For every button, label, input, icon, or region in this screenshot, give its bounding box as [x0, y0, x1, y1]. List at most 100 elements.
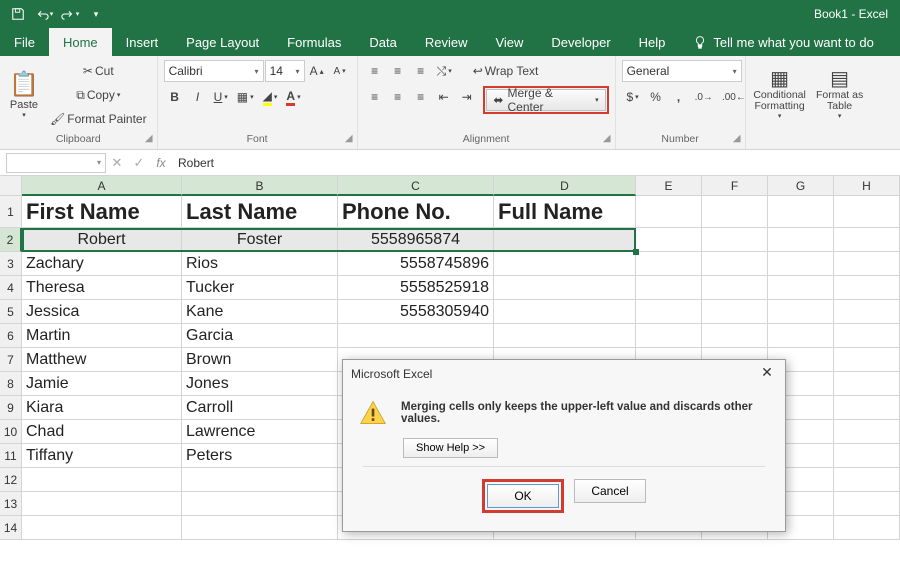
cell[interactable]: Kane [182, 300, 338, 324]
fill-color-button[interactable]: ◢▾ [259, 86, 282, 108]
row-header[interactable]: 12 [0, 468, 22, 492]
cell[interactable] [702, 252, 768, 276]
tab-help[interactable]: Help [625, 28, 680, 56]
cell[interactable] [494, 300, 636, 324]
align-center-button[interactable]: ≡ [387, 86, 409, 108]
row-header[interactable]: 7 [0, 348, 22, 372]
col-header-h[interactable]: H [834, 176, 900, 196]
format-as-table-button[interactable]: ▤ Format as Table▾ [812, 60, 868, 128]
cell[interactable] [494, 228, 636, 252]
row-header[interactable]: 9 [0, 396, 22, 420]
cell[interactable]: Full Name [494, 196, 636, 228]
decrease-font-button[interactable]: A▾ [329, 60, 351, 82]
cell[interactable]: Last Name [182, 196, 338, 228]
cell[interactable] [702, 300, 768, 324]
align-left-button[interactable]: ≡ [364, 86, 386, 108]
number-launcher-icon[interactable]: ◢ [733, 133, 741, 144]
cell[interactable]: Brown [182, 348, 338, 372]
qat-customize-icon[interactable]: ▾ [84, 2, 108, 26]
cell[interactable] [834, 372, 900, 396]
paste-button[interactable]: 📋 Paste ▾ [6, 60, 42, 128]
copy-button[interactable]: ⧉Copy▾ [46, 84, 151, 106]
increase-indent-button[interactable]: ⇥ [456, 86, 478, 108]
cell[interactable]: Tiffany [22, 444, 182, 468]
row-header[interactable]: 14 [0, 516, 22, 540]
show-help-button[interactable]: Show Help >> [403, 438, 498, 458]
increase-font-button[interactable]: A▴ [306, 60, 328, 82]
cell[interactable] [22, 492, 182, 516]
row-header[interactable]: 10 [0, 420, 22, 444]
save-icon[interactable] [6, 2, 30, 26]
cell[interactable]: Martin [22, 324, 182, 348]
align-bottom-button[interactable]: ≡ [410, 60, 432, 82]
row-header[interactable]: 11 [0, 444, 22, 468]
cell[interactable] [834, 516, 900, 540]
cell[interactable] [834, 276, 900, 300]
font-launcher-icon[interactable]: ◢ [345, 133, 353, 144]
format-painter-button[interactable]: 🖌Format Painter [46, 108, 151, 130]
align-top-button[interactable]: ≡ [364, 60, 386, 82]
clipboard-launcher-icon[interactable]: ◢ [145, 133, 153, 144]
col-header-e[interactable]: E [636, 176, 702, 196]
cell[interactable] [702, 196, 768, 228]
tab-file[interactable]: File [0, 28, 49, 56]
comma-button[interactable]: , [668, 86, 690, 108]
align-middle-button[interactable]: ≡ [387, 60, 409, 82]
cell[interactable]: Peters [182, 444, 338, 468]
cell[interactable]: Jones [182, 372, 338, 396]
cell[interactable] [702, 324, 768, 348]
cell[interactable] [182, 492, 338, 516]
cell[interactable] [834, 228, 900, 252]
row-header[interactable]: 13 [0, 492, 22, 516]
wrap-text-button[interactable]: ↩Wrap Text [466, 60, 546, 82]
tab-view[interactable]: View [481, 28, 537, 56]
cell[interactable]: Zachary [22, 252, 182, 276]
cell[interactable] [182, 468, 338, 492]
row-header[interactable]: 2 [0, 228, 22, 252]
cell[interactable]: Carroll [182, 396, 338, 420]
cell[interactable] [768, 324, 834, 348]
cell[interactable]: Jessica [22, 300, 182, 324]
cancel-icon[interactable]: ✕ [106, 155, 128, 171]
increase-decimal-button[interactable]: .0→ [691, 86, 717, 108]
tab-page-layout[interactable]: Page Layout [172, 28, 273, 56]
cell[interactable] [636, 228, 702, 252]
number-format-combo[interactable]: General▾ [622, 60, 742, 82]
col-header-b[interactable]: B [182, 176, 338, 196]
cell[interactable]: 5558525918 [338, 276, 494, 300]
close-icon[interactable]: ✕ [757, 364, 777, 384]
cell[interactable] [494, 276, 636, 300]
cell[interactable]: Matthew [22, 348, 182, 372]
enter-icon[interactable]: ✓ [128, 155, 150, 171]
tab-formulas[interactable]: Formulas [273, 28, 355, 56]
selection-handle[interactable] [633, 249, 639, 255]
cell[interactable]: Chad [22, 420, 182, 444]
cell[interactable] [768, 300, 834, 324]
cell[interactable] [22, 468, 182, 492]
select-all-corner[interactable] [0, 176, 22, 196]
col-header-d[interactable]: D [494, 176, 636, 196]
formula-input[interactable]: Robert [172, 156, 900, 170]
cell[interactable] [22, 516, 182, 540]
tab-review[interactable]: Review [411, 28, 482, 56]
cell[interactable]: Robert [22, 228, 182, 252]
row-header[interactable]: 3 [0, 252, 22, 276]
col-header-f[interactable]: F [702, 176, 768, 196]
underline-button[interactable]: U▾ [210, 86, 232, 108]
alignment-launcher-icon[interactable]: ◢ [603, 133, 611, 144]
cell[interactable] [834, 420, 900, 444]
redo-icon[interactable]: ▾ [58, 2, 82, 26]
conditional-formatting-button[interactable]: ▦ Conditional Formatting▾ [752, 60, 808, 128]
cell[interactable]: Garcia [182, 324, 338, 348]
cell[interactable] [768, 228, 834, 252]
cell[interactable] [702, 228, 768, 252]
orientation-button[interactable]: ⤭▾ [433, 60, 456, 82]
cell[interactable] [834, 196, 900, 228]
cell[interactable]: 5558305940 [338, 300, 494, 324]
col-header-g[interactable]: G [768, 176, 834, 196]
row-header[interactable]: 1 [0, 196, 22, 228]
row-header[interactable]: 6 [0, 324, 22, 348]
font-size-combo[interactable]: 14▾ [265, 60, 305, 82]
cell[interactable] [636, 252, 702, 276]
accounting-button[interactable]: $▾ [622, 86, 644, 108]
